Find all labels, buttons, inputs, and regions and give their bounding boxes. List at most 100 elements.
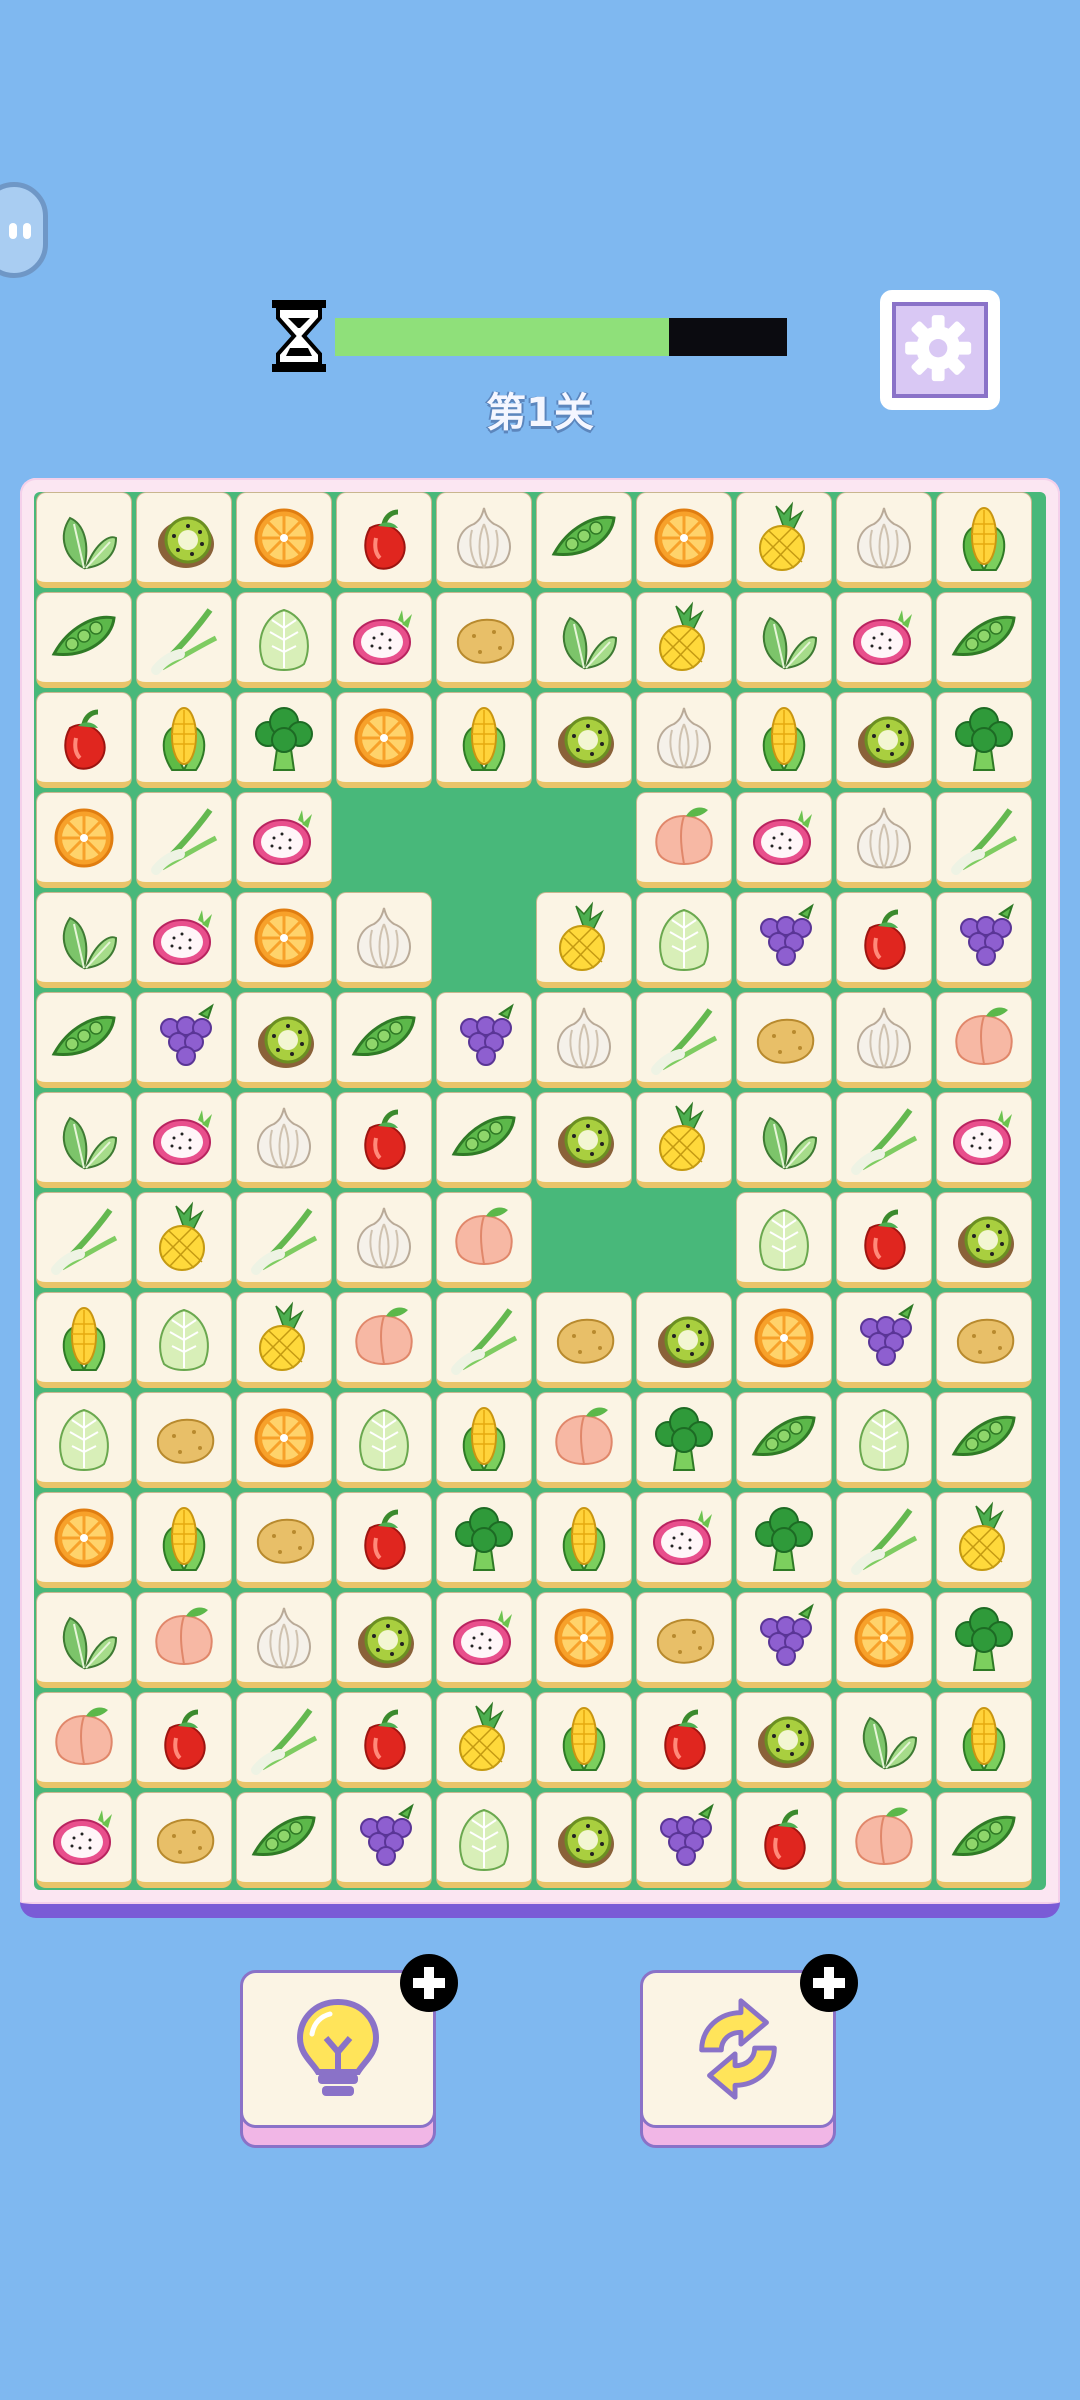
tile-orange[interactable]: [236, 1392, 332, 1488]
tile-peach[interactable]: [636, 792, 732, 888]
tile-dragonfruit[interactable]: [336, 592, 432, 688]
tile-garlic[interactable]: [236, 1592, 332, 1688]
tile-broccoli[interactable]: [636, 1392, 732, 1488]
tile-peas[interactable]: [936, 592, 1032, 688]
tile-peach[interactable]: [536, 1392, 632, 1488]
tile-broccoli[interactable]: [736, 1492, 832, 1588]
tile-kiwi[interactable]: [336, 1592, 432, 1688]
tile-orange[interactable]: [636, 492, 732, 588]
tile-pepper[interactable]: [836, 892, 932, 988]
tile-grapes[interactable]: [136, 992, 232, 1088]
tile-peach[interactable]: [36, 1692, 132, 1788]
tile-garlic[interactable]: [436, 492, 532, 588]
tile-pepper[interactable]: [336, 1092, 432, 1188]
tile-garlic[interactable]: [636, 692, 732, 788]
tile-garlic[interactable]: [336, 892, 432, 988]
tile-pepper[interactable]: [736, 1792, 832, 1888]
tile-spinach[interactable]: [36, 492, 132, 588]
tile-peach[interactable]: [436, 1192, 532, 1288]
plus-icon[interactable]: [400, 1954, 458, 2012]
tile-cabbage[interactable]: [336, 1392, 432, 1488]
tile-kiwi[interactable]: [636, 1292, 732, 1388]
tile-corn[interactable]: [936, 1692, 1032, 1788]
tile-scallion[interactable]: [236, 1192, 332, 1288]
tile-potato[interactable]: [936, 1292, 1032, 1388]
tile-scallion[interactable]: [436, 1292, 532, 1388]
shuffle-button[interactable]: [640, 1954, 858, 2148]
tile-spinach[interactable]: [836, 1692, 932, 1788]
tile-spinach[interactable]: [36, 1592, 132, 1688]
tile-corn[interactable]: [536, 1492, 632, 1588]
tile-dragonfruit[interactable]: [436, 1592, 532, 1688]
tile-pineapple[interactable]: [936, 1492, 1032, 1588]
tile-dragonfruit[interactable]: [36, 1792, 132, 1888]
tile-scallion[interactable]: [636, 992, 732, 1088]
tile-peas[interactable]: [436, 1092, 532, 1188]
tile-peach[interactable]: [936, 992, 1032, 1088]
floating-assist-button[interactable]: [0, 182, 48, 278]
tile-spinach[interactable]: [36, 1092, 132, 1188]
tile-grapes[interactable]: [736, 892, 832, 988]
tile-potato[interactable]: [436, 592, 532, 688]
tile-pineapple[interactable]: [636, 1092, 732, 1188]
tile-cabbage[interactable]: [236, 592, 332, 688]
tile-peas[interactable]: [936, 1392, 1032, 1488]
tile-grapes[interactable]: [436, 992, 532, 1088]
tile-cabbage[interactable]: [36, 1392, 132, 1488]
tile-potato[interactable]: [236, 1492, 332, 1588]
tile-pineapple[interactable]: [636, 592, 732, 688]
tile-pineapple[interactable]: [536, 892, 632, 988]
tile-garlic[interactable]: [236, 1092, 332, 1188]
tile-broccoli[interactable]: [436, 1492, 532, 1588]
tile-orange[interactable]: [36, 792, 132, 888]
tile-kiwi[interactable]: [536, 1092, 632, 1188]
tile-pepper[interactable]: [636, 1692, 732, 1788]
tile-dragonfruit[interactable]: [736, 792, 832, 888]
tile-pepper[interactable]: [336, 492, 432, 588]
tile-garlic[interactable]: [836, 792, 932, 888]
tile-pepper[interactable]: [136, 1692, 232, 1788]
plus-icon[interactable]: [800, 1954, 858, 2012]
tile-pepper[interactable]: [336, 1692, 432, 1788]
tile-corn[interactable]: [736, 692, 832, 788]
tile-scallion[interactable]: [236, 1692, 332, 1788]
tile-scallion[interactable]: [136, 792, 232, 888]
tile-pineapple[interactable]: [136, 1192, 232, 1288]
tile-broccoli[interactable]: [936, 692, 1032, 788]
tile-potato[interactable]: [136, 1392, 232, 1488]
tile-corn[interactable]: [436, 692, 532, 788]
tile-spinach[interactable]: [536, 592, 632, 688]
tile-kiwi[interactable]: [736, 1692, 832, 1788]
tile-cabbage[interactable]: [436, 1792, 532, 1888]
tile-orange[interactable]: [36, 1492, 132, 1588]
tile-kiwi[interactable]: [136, 492, 232, 588]
tile-corn[interactable]: [436, 1392, 532, 1488]
tile-grapes[interactable]: [636, 1792, 732, 1888]
tile-garlic[interactable]: [536, 992, 632, 1088]
tile-spinach[interactable]: [736, 592, 832, 688]
tile-kiwi[interactable]: [536, 692, 632, 788]
tile-kiwi[interactable]: [836, 692, 932, 788]
tile-pineapple[interactable]: [436, 1692, 532, 1788]
tile-orange[interactable]: [536, 1592, 632, 1688]
tile-peas[interactable]: [536, 492, 632, 588]
tile-cabbage[interactable]: [136, 1292, 232, 1388]
tile-peas[interactable]: [236, 1792, 332, 1888]
tile-cabbage[interactable]: [836, 1392, 932, 1488]
tile-broccoli[interactable]: [936, 1592, 1032, 1688]
tile-broccoli[interactable]: [236, 692, 332, 788]
tile-potato[interactable]: [536, 1292, 632, 1388]
tile-garlic[interactable]: [836, 492, 932, 588]
tile-kiwi[interactable]: [536, 1792, 632, 1888]
tile-corn[interactable]: [536, 1692, 632, 1788]
tile-peach[interactable]: [836, 1792, 932, 1888]
tile-dragonfruit[interactable]: [836, 592, 932, 688]
tile-dragonfruit[interactable]: [236, 792, 332, 888]
tile-orange[interactable]: [236, 492, 332, 588]
tile-corn[interactable]: [36, 1292, 132, 1388]
tile-grapes[interactable]: [936, 892, 1032, 988]
tile-potato[interactable]: [736, 992, 832, 1088]
tile-spinach[interactable]: [36, 892, 132, 988]
tile-peas[interactable]: [36, 992, 132, 1088]
tile-pineapple[interactable]: [236, 1292, 332, 1388]
